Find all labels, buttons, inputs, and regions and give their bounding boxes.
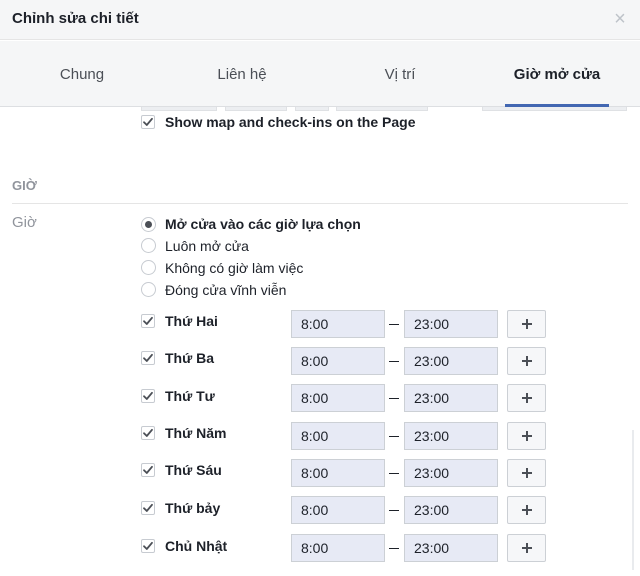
show-map-label: Show map and check-ins on the Page	[165, 114, 416, 130]
checkmark-icon	[141, 115, 155, 129]
open-time-input-friday[interactable]: 8:00	[291, 459, 385, 487]
add-hours-button-monday[interactable]	[507, 310, 546, 338]
open-time-input-thursday[interactable]: 8:00	[291, 422, 385, 450]
map-strip	[336, 107, 428, 111]
day-checkbox-wednesday[interactable]	[141, 389, 155, 403]
checkmark-icon	[141, 501, 155, 515]
radio-label-always-open: Luôn mở cửa	[165, 238, 249, 254]
close-time-input-saturday[interactable]: 23:00	[404, 496, 498, 524]
add-hours-button-sunday[interactable]	[507, 534, 546, 562]
show-map-checkbox[interactable]	[141, 115, 155, 129]
day-label-monday: Thứ Hai	[165, 313, 218, 329]
scrollbar[interactable]	[632, 430, 634, 570]
map-strip	[295, 107, 329, 111]
dialog-title: Chỉnh sửa chi tiết	[12, 10, 139, 27]
close-time-input-sunday[interactable]: 23:00	[404, 534, 498, 562]
add-hours-button-friday[interactable]	[507, 459, 546, 487]
tab-contact[interactable]: Liên hệ	[176, 41, 308, 107]
open-time-input-sunday[interactable]: 8:00	[291, 534, 385, 562]
day-checkbox-saturday[interactable]	[141, 501, 155, 515]
radio-permanently-closed[interactable]	[141, 282, 156, 297]
day-label-friday: Thứ Sáu	[165, 462, 222, 478]
tab-opening-hours[interactable]: Giờ mở cửa	[505, 41, 609, 107]
add-hours-button-thursday[interactable]	[507, 422, 546, 450]
radio-no-hours[interactable]	[141, 260, 156, 275]
add-hours-button-wednesday[interactable]	[507, 384, 546, 412]
time-range-dash	[389, 510, 399, 511]
time-range-dash	[389, 436, 399, 437]
day-checkbox-tuesday[interactable]	[141, 351, 155, 365]
day-label-tuesday: Thứ Ba	[165, 350, 215, 366]
day-label-sunday: Chủ Nhật	[165, 538, 228, 554]
time-range-dash	[389, 324, 399, 325]
checkmark-icon	[141, 314, 155, 328]
checkmark-icon	[141, 426, 155, 440]
checkmark-icon	[141, 389, 155, 403]
time-range-dash	[389, 361, 399, 362]
close-time-input-monday[interactable]: 23:00	[404, 310, 498, 338]
day-checkbox-friday[interactable]	[141, 463, 155, 477]
close-icon[interactable]: ×	[610, 9, 630, 29]
close-time-input-wednesday[interactable]: 23:00	[404, 384, 498, 412]
section-heading-hours: GIỜ	[12, 178, 37, 193]
time-range-dash	[389, 398, 399, 399]
close-time-input-tuesday[interactable]: 23:00	[404, 347, 498, 375]
time-range-dash	[389, 548, 399, 549]
checkmark-icon	[141, 463, 155, 477]
radio-label-no-hours: Không có giờ làm việc	[165, 260, 304, 276]
time-range-dash	[389, 473, 399, 474]
day-checkbox-thursday[interactable]	[141, 426, 155, 440]
map-strip	[482, 107, 627, 111]
radio-label-permanently-closed: Đóng cửa vĩnh viễn	[165, 282, 287, 298]
checkmark-icon	[141, 351, 155, 365]
close-time-input-friday[interactable]: 23:00	[404, 459, 498, 487]
radio-always-open[interactable]	[141, 238, 156, 253]
day-label-saturday: Thứ bảy	[165, 500, 221, 516]
open-time-input-saturday[interactable]: 8:00	[291, 496, 385, 524]
section-divider	[12, 203, 628, 204]
close-time-input-thursday[interactable]: 23:00	[404, 422, 498, 450]
open-time-input-monday[interactable]: 8:00	[291, 310, 385, 338]
tab-location[interactable]: Vị trí	[334, 41, 466, 107]
hours-field-label: Giờ	[12, 214, 37, 231]
radio-selected-hours[interactable]	[141, 217, 156, 232]
radio-label-selected-hours: Mở cửa vào các giờ lựa chọn	[165, 216, 361, 232]
tab-bar: Chung Liên hệ Vị trí Giờ mở cửa	[0, 41, 640, 107]
tab-general[interactable]: Chung	[16, 41, 148, 107]
day-checkbox-monday[interactable]	[141, 314, 155, 328]
open-time-input-wednesday[interactable]: 8:00	[291, 384, 385, 412]
day-checkbox-sunday[interactable]	[141, 539, 155, 553]
day-label-thursday: Thứ Năm	[165, 425, 227, 441]
checkmark-icon	[141, 539, 155, 553]
day-label-wednesday: Thứ Tư	[165, 388, 215, 404]
map-strip	[225, 107, 287, 111]
open-time-input-tuesday[interactable]: 8:00	[291, 347, 385, 375]
map-strip	[141, 107, 217, 111]
dialog-header: Chỉnh sửa chi tiết ×	[0, 0, 640, 40]
add-hours-button-tuesday[interactable]	[507, 347, 546, 375]
add-hours-button-saturday[interactable]	[507, 496, 546, 524]
